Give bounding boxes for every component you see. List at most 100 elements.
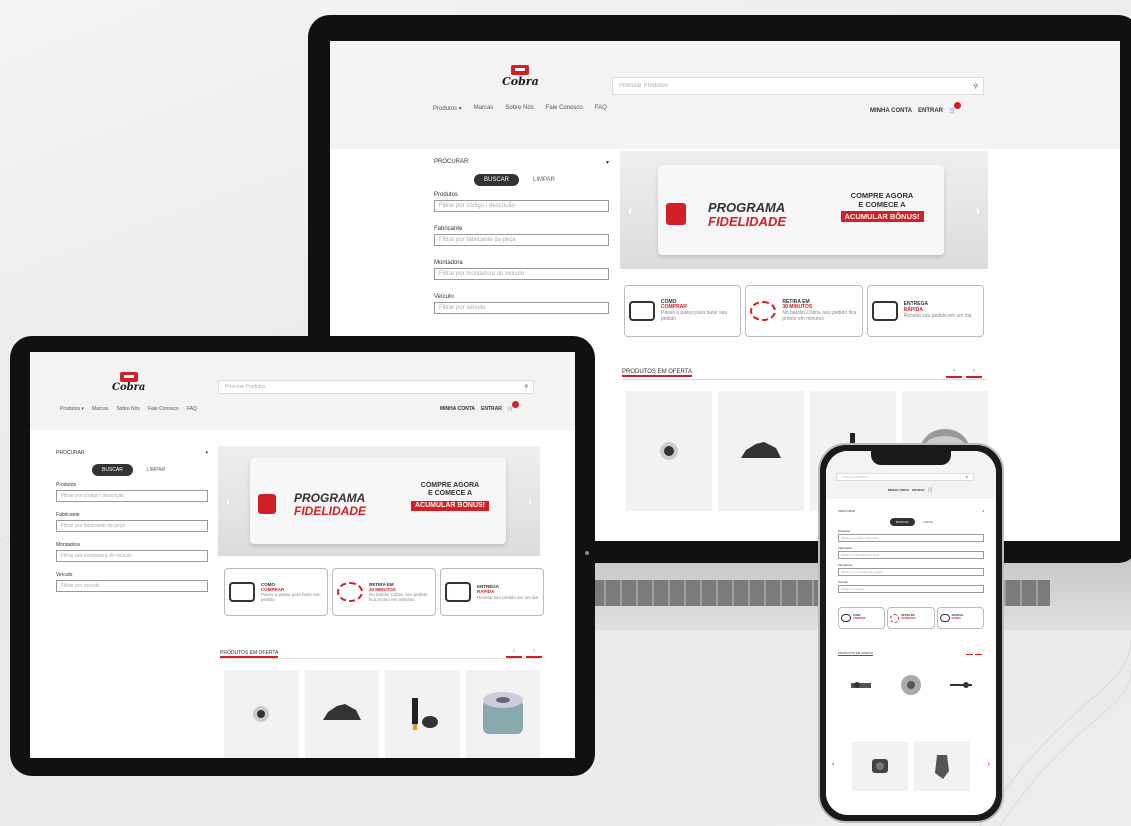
product-card[interactable] (304, 670, 379, 758)
search-icon[interactable]: ⚲ (974, 83, 983, 90)
field-veiculo: Veículo Filtrar por veículo (56, 572, 208, 592)
hero-banner[interactable]: ‹ PROGRAMA FIDELIDADE COMPRE AGORA E COM… (218, 446, 540, 556)
login-link[interactable]: ENTRAR (481, 406, 502, 412)
chevron-down-icon[interactable]: ▾ (205, 450, 208, 456)
pager-prev[interactable]: ‹ (506, 646, 522, 658)
cobra-logo[interactable]: Cobra (502, 65, 539, 88)
chevron-down-icon[interactable]: ▾ (606, 159, 609, 166)
nav-faq[interactable]: FAQ (187, 406, 197, 412)
produtos-input[interactable]: Filtrar por código / descrição (434, 200, 609, 212)
produtos-input[interactable]: Filtrar por código / descrição (56, 490, 208, 502)
clear-button[interactable]: LIMPAR (923, 520, 934, 524)
feature-delivery[interactable]: ENTREGA RÁPIDA Receba seu pedido em um dia (440, 568, 544, 616)
phone-notch (871, 451, 951, 465)
product-card[interactable] (626, 391, 712, 511)
login-link[interactable]: ENTRAR (918, 108, 943, 114)
search-button[interactable]: BUSCAR (890, 518, 915, 526)
my-account-link[interactable]: MINHA CONTA (440, 406, 475, 412)
search-button[interactable]: BUSCAR (474, 174, 520, 186)
feature-delivery[interactable]: ENTREGA RÁPIDA (936, 607, 984, 629)
veiculo-input[interactable]: Filtrar por veículo (434, 302, 609, 314)
pager-prev[interactable]: ‹ (966, 649, 973, 655)
nav-sobre[interactable]: Sobre Nós (116, 406, 140, 412)
feature-delivery[interactable]: ENTREGA RÁPIDA Receba seu pedido em um dia (866, 285, 984, 337)
fabricante-input[interactable]: Filtrar por fabricante da peça (434, 234, 609, 246)
arrow-right-icon[interactable]: › (987, 759, 990, 768)
clear-button[interactable]: LIMPAR (147, 467, 165, 473)
more-products: ‹ › (832, 741, 990, 791)
nav-marcas[interactable]: Marcas (474, 105, 494, 112)
nav-sobre[interactable]: Sobre Nós (505, 105, 533, 112)
feature-pickup[interactable]: RETIRA EM 30 MINUTOS No balcão Cobra, seu … (745, 285, 863, 337)
main-nav: Produtos ▾ Marcas Sobre Nós Fale Conosco… (60, 406, 197, 412)
my-account-link[interactable]: MINHA CONTA (870, 108, 912, 114)
program-title: PROGRAMA FIDELIDADE (708, 200, 786, 229)
arrow-right-icon[interactable]: › (528, 494, 532, 509)
field-veiculo: Veículo Filtrar por veículo (838, 580, 984, 593)
nav-faq[interactable]: FAQ (595, 105, 607, 112)
feature-how-to-buy[interactable]: COMO COMPRAR (838, 607, 886, 629)
product-card[interactable] (888, 661, 934, 709)
field-fabricante: Fabricante Filtrar por fabricante da peça (838, 546, 984, 559)
cart-icon[interactable]: 🛒 (949, 102, 962, 114)
search-bar[interactable]: Procurar Produtos ⚲ (836, 473, 974, 481)
product-card[interactable] (852, 741, 908, 791)
nav-produtos[interactable]: Produtos ▾ (433, 105, 462, 112)
account-area: MINHA CONTA ENTRAR 🛒 (870, 102, 962, 114)
arrow-left-icon[interactable]: ‹ (628, 202, 633, 218)
nav-contato[interactable]: Fale Conosco (546, 105, 583, 112)
pager-next[interactable]: › (526, 646, 542, 658)
search-icon[interactable]: ⚲ (966, 475, 973, 479)
offers-heading: PRODUTOS EM OFERTA (220, 650, 279, 658)
fabricante-input[interactable]: Filtrar por fabricante da peça (56, 520, 208, 532)
offers-products (224, 670, 540, 758)
veiculo-input[interactable]: Filtrar por veículo (56, 580, 208, 592)
feature-pickup[interactable]: RETIRA EM 30 MINUTOS (887, 607, 935, 629)
search-bar[interactable]: Procurar Produtos ⚲ (612, 77, 984, 95)
nav-produtos[interactable]: Produtos ▾ (60, 406, 84, 412)
product-card[interactable] (224, 670, 299, 758)
montadora-input[interactable]: Filtrar por montadora do veículo (56, 550, 208, 562)
field-fabricante: Fabricante Filtrar por fabricante da peça (434, 226, 609, 246)
arrow-right-icon[interactable]: › (975, 202, 980, 218)
loyalty-icon (258, 494, 276, 514)
feature-how-to-buy[interactable]: COMO COMPRAR Passo a passo para fazer seu … (624, 285, 742, 337)
clear-button[interactable]: LIMPAR (533, 177, 555, 183)
feature-how-to-buy[interactable]: COMO COMPRAR Passo a passo para fazer seu … (224, 568, 328, 616)
nav-marcas[interactable]: Marcas (92, 406, 108, 412)
montadora-input[interactable]: Filtrar por montadora do veículo (838, 568, 984, 576)
feature-pickup[interactable]: RETIRA EM 30 MINUTOS No balcão Cobra, seu … (332, 568, 436, 616)
produtos-input[interactable]: Filtrar por código / descrição (838, 534, 984, 542)
pager-next[interactable]: › (966, 366, 982, 378)
search-bar[interactable]: Procurar Produtos ⚲ (218, 380, 534, 394)
veiculo-input[interactable]: Filtrar por veículo (838, 585, 984, 593)
offers-pager: ‹ › (966, 649, 982, 655)
arrow-left-icon[interactable]: ‹ (226, 494, 230, 509)
field-veiculo: Veículo Filtrar por veículo (434, 294, 609, 314)
search-placeholder: Procurar Produtos (843, 475, 868, 479)
product-card[interactable] (385, 670, 460, 758)
search-button[interactable]: BUSCAR (92, 464, 133, 476)
offers-divider (622, 379, 988, 380)
sidebar-title: PROCURAR ▾ (56, 450, 208, 456)
pager-prev[interactable]: ‹ (946, 366, 962, 378)
product-card[interactable] (718, 391, 804, 511)
nav-contato[interactable]: Fale Conosco (148, 406, 179, 412)
product-card[interactable] (465, 670, 540, 758)
montadora-input[interactable]: Filtrar por montadora do veículo (434, 268, 609, 280)
product-card[interactable] (914, 741, 970, 791)
cart-icon[interactable]: 🛒 (508, 401, 520, 412)
offers-heading: PRODUTOS EM OFERTA (622, 369, 693, 377)
cobra-logo[interactable]: Cobra (112, 372, 145, 393)
product-card[interactable] (938, 661, 984, 709)
arrow-left-icon[interactable]: ‹ (832, 759, 835, 768)
pager-next[interactable]: › (975, 649, 982, 655)
cart-icon[interactable]: 🛒 (928, 487, 934, 493)
my-account-link[interactable]: MINHA CONTA (888, 488, 909, 492)
hero-banner[interactable]: ‹ PROGRAMA FIDELIDADE COMPRE AGORA E COM… (620, 151, 988, 269)
chevron-down-icon[interactable]: ▾ (982, 509, 984, 513)
search-icon[interactable]: ⚲ (524, 384, 533, 390)
product-card[interactable] (838, 661, 884, 709)
fabricante-input[interactable]: Filtrar por fabricante da peça (838, 551, 984, 559)
login-link[interactable]: ENTRAR (912, 488, 925, 492)
